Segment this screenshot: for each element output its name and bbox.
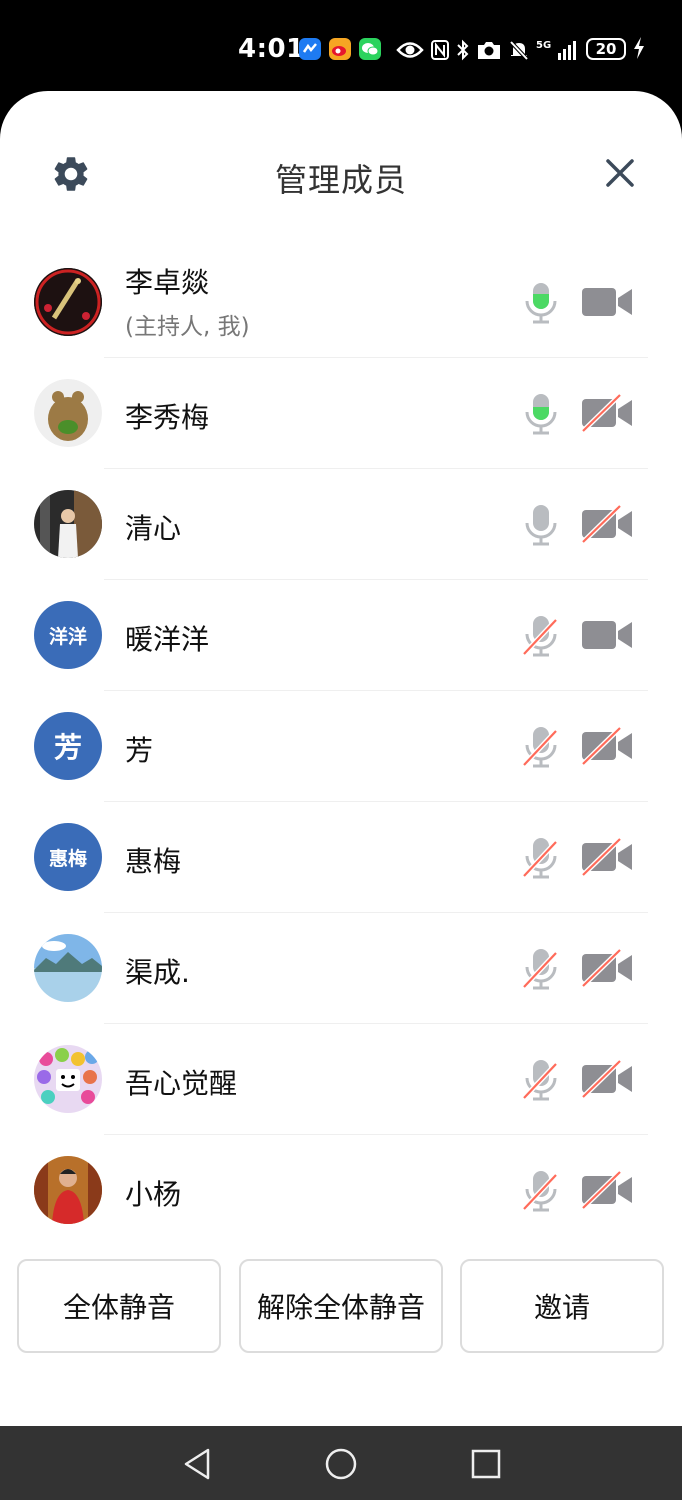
mic-on-icon[interactable] (522, 503, 560, 547)
recents-button[interactable] (466, 1444, 506, 1484)
member-row[interactable]: 惠梅 惠梅 (0, 802, 682, 913)
manage-members-sheet: 管理成员 李卓燚 (主持人, 我) 李秀梅 清心 洋洋 暖洋洋 芳 芳 惠梅 惠… (0, 91, 682, 1426)
member-name: 惠梅 (125, 845, 182, 878)
back-button[interactable] (178, 1444, 218, 1484)
wechat-app-icon (359, 38, 381, 60)
back-icon (184, 1448, 210, 1480)
avatar (34, 1156, 102, 1224)
member-row[interactable]: 李秀梅 (0, 358, 682, 469)
camera-off-icon[interactable] (580, 393, 634, 433)
network-type: 5G (536, 40, 552, 51)
recents-icon (471, 1449, 501, 1479)
member-name: 渠成. (125, 956, 190, 989)
mic-active-icon[interactable] (522, 281, 560, 325)
avatar (34, 268, 102, 336)
camera-off-icon[interactable] (580, 837, 634, 877)
camera-off-icon[interactable] (580, 1170, 634, 1210)
member-row[interactable]: 吾心觉醒 (0, 1024, 682, 1135)
page-title: 管理成员 (274, 161, 407, 199)
status-time: 4:01 (238, 34, 305, 64)
avatar (34, 379, 102, 447)
sheet-header: 管理成员 (0, 91, 682, 241)
status-bar: 4:01 5G 20 (0, 0, 682, 100)
member-role: (主持人, 我) (125, 314, 250, 340)
mute-all-button[interactable]: 全体静音 (17, 1259, 221, 1353)
member-name: 李秀梅 (125, 401, 210, 434)
eye-icon (396, 42, 424, 58)
member-list: 李卓燚 (主持人, 我) 李秀梅 清心 洋洋 暖洋洋 芳 芳 惠梅 惠梅 渠成.… (0, 247, 682, 1246)
camera-on-icon[interactable] (580, 615, 634, 655)
close-button[interactable] (600, 153, 640, 193)
avatar (34, 934, 102, 1002)
signal-icon (558, 41, 577, 60)
mic-muted-icon[interactable] (522, 836, 560, 880)
camera-off-icon[interactable] (580, 948, 634, 988)
mic-muted-icon[interactable] (522, 1058, 560, 1102)
member-name: 清心 (125, 512, 182, 545)
maps-app-icon (299, 38, 321, 60)
mute-icon (509, 40, 529, 61)
charging-icon (634, 37, 644, 59)
avatar: 洋洋 (34, 601, 102, 669)
home-icon (325, 1448, 357, 1480)
system-nav-bar (0, 1426, 682, 1500)
invite-button[interactable]: 邀请 (460, 1259, 664, 1353)
member-row[interactable]: 渠成. (0, 913, 682, 1024)
member-row[interactable]: 洋洋 暖洋洋 (0, 580, 682, 691)
avatar (34, 490, 102, 558)
member-name: 吾心觉醒 (125, 1067, 238, 1100)
member-row[interactable]: 芳 芳 (0, 691, 682, 802)
nfc-icon (431, 40, 449, 60)
close-icon (606, 159, 634, 187)
mic-muted-icon[interactable] (522, 1169, 560, 1213)
camera-icon (478, 42, 500, 59)
member-name: 芳 (125, 734, 154, 767)
status-icons: 5G (396, 36, 579, 64)
mic-active-icon[interactable] (522, 392, 560, 436)
avatar: 惠梅 (34, 823, 102, 891)
member-row[interactable]: 小杨 (0, 1135, 682, 1246)
member-row[interactable]: 清心 (0, 469, 682, 580)
home-button[interactable] (321, 1444, 361, 1484)
camera-on-icon[interactable] (580, 282, 634, 322)
member-row[interactable]: 李卓燚 (主持人, 我) (0, 247, 682, 358)
bluetooth-icon (457, 39, 469, 61)
weibo-app-icon (329, 38, 351, 60)
member-name: 李卓燚 (125, 266, 210, 299)
camera-off-icon[interactable] (580, 504, 634, 544)
camera-off-icon[interactable] (580, 726, 634, 766)
mic-muted-icon[interactable] (522, 725, 560, 769)
member-name: 暖洋洋 (125, 623, 210, 656)
camera-off-icon[interactable] (580, 1059, 634, 1099)
avatar (34, 1045, 102, 1113)
battery-indicator: 20 (586, 38, 626, 60)
unmute-all-button[interactable]: 解除全体静音 (239, 1259, 443, 1353)
mic-muted-icon[interactable] (522, 947, 560, 991)
member-name: 小杨 (125, 1178, 182, 1211)
mic-muted-icon[interactable] (522, 614, 560, 658)
avatar: 芳 (34, 712, 102, 780)
